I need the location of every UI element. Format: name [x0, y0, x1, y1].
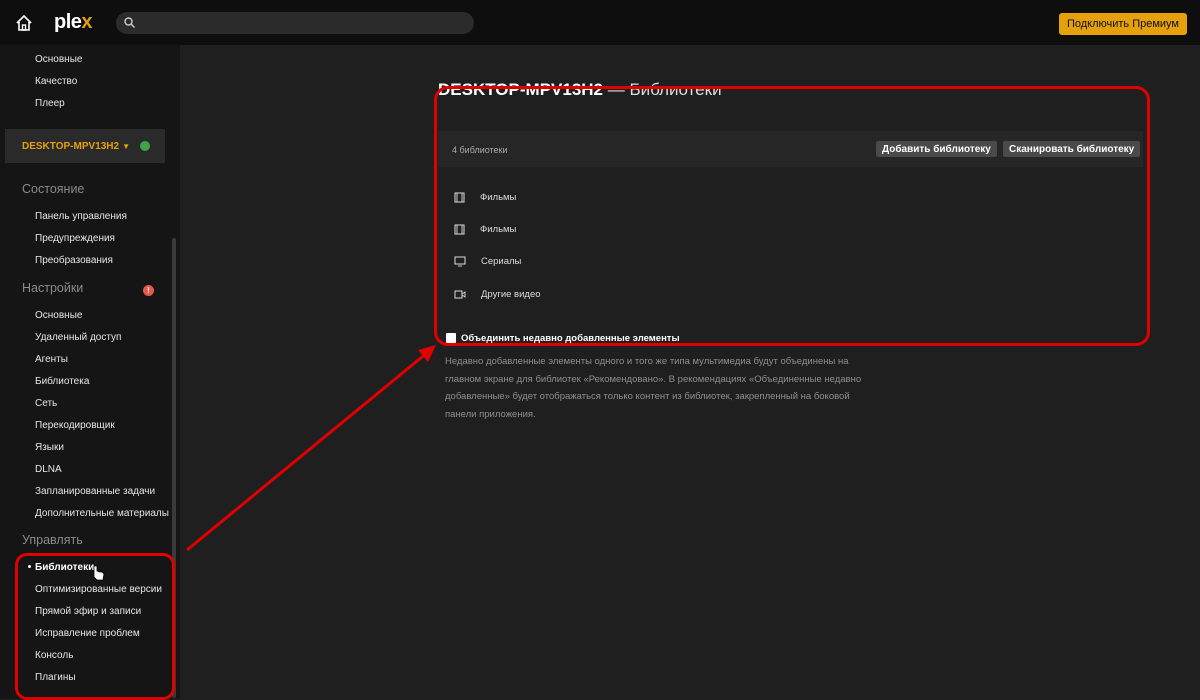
sidebar-item-scheduled-tasks[interactable]: Запланированные задачи [35, 485, 155, 499]
top-bar: plex Подключить Премиум [0, 0, 1200, 45]
sidebar-item-general[interactable]: Основные [35, 53, 82, 67]
sidebar-item-remote-access[interactable]: Удаленный доступ [35, 331, 121, 345]
premium-button[interactable]: Подключить Премиум [1058, 13, 1187, 35]
sidebar-item-quality[interactable]: Качество [35, 75, 77, 89]
search-input[interactable] [141, 14, 446, 31]
search-icon [124, 17, 136, 28]
server-name: DESKTOP-MPV13H2 [22, 140, 120, 152]
search-bar[interactable] [116, 11, 475, 34]
annotation-highlight-sidebar [15, 553, 175, 700]
sidebar-item-conversions[interactable]: Преобразования [35, 254, 113, 268]
section-header-status: Состояние [22, 182, 85, 196]
home-button[interactable] [8, 7, 40, 39]
lock-icon [140, 141, 150, 151]
sidebar-item-alerts[interactable]: Предупреждения [35, 232, 115, 246]
sidebar-item-agents[interactable]: Агенты [35, 353, 68, 367]
annotation-arrow [186, 350, 429, 552]
plex-logo[interactable]: plex [54, 11, 93, 34]
annotation-highlight-libraries [434, 86, 1150, 346]
sidebar-item-transcoder[interactable]: Перекодировщик [35, 419, 115, 433]
sidebar-item-network[interactable]: Сеть [35, 397, 57, 411]
merge-recent-description: Недавно добавленные элементы одного и то… [445, 356, 862, 420]
sidebar-item-settings-general[interactable]: Основные [35, 309, 82, 323]
sidebar-item-library[interactable]: Библиотека [35, 375, 89, 389]
section-header-settings: Настройки [22, 281, 84, 295]
sidebar-item-dashboard[interactable]: Панель управления [35, 210, 127, 224]
warning-icon: ! [143, 285, 154, 296]
sidebar-item-languages[interactable]: Языки [35, 441, 64, 455]
sidebar-item-dlna[interactable]: DLNA [35, 463, 62, 477]
home-icon [16, 14, 32, 31]
section-header-manage: Управлять [22, 533, 83, 547]
sidebar-item-player[interactable]: Плеер [35, 97, 65, 111]
arrow-head [418, 345, 436, 362]
chevron-down-icon: ▼ [122, 141, 130, 151]
server-selector[interactable]: DESKTOP-MPV13H2 ▼ [5, 129, 165, 163]
sidebar-item-extras[interactable]: Дополнительные материалы [35, 507, 169, 521]
